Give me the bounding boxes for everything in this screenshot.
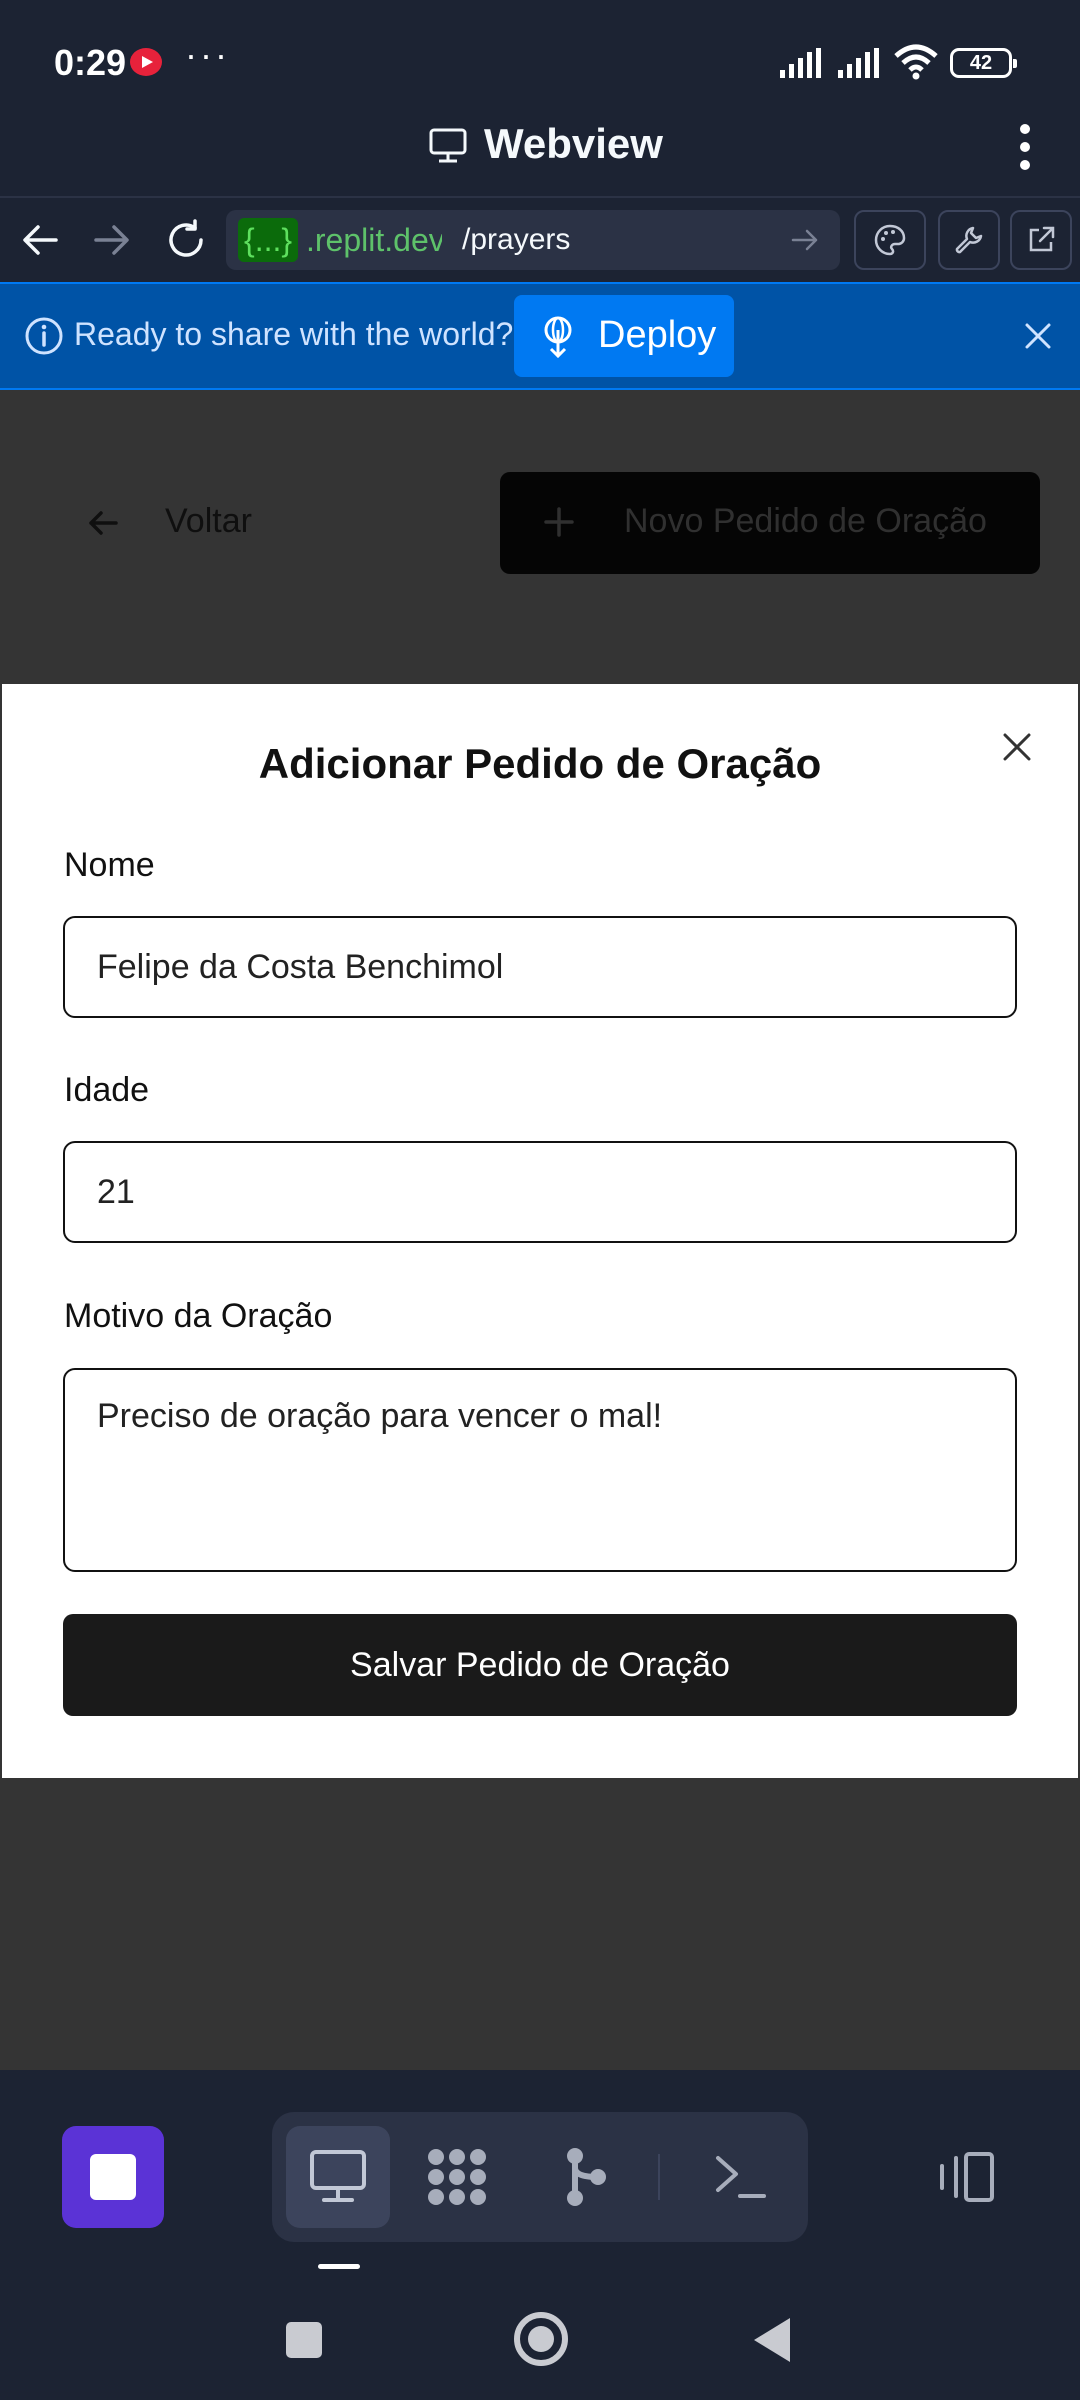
devtools-palette-button[interactable] [854, 210, 926, 270]
home-button[interactable] [514, 2312, 568, 2366]
back-arrow-icon [89, 511, 118, 535]
back-arrow-icon[interactable] [20, 222, 60, 258]
webview-title: Webview [484, 120, 663, 167]
close-icon[interactable] [1022, 320, 1054, 352]
monitor-icon [429, 128, 467, 163]
wrench-icon [955, 226, 983, 254]
back-label: Voltar [165, 502, 252, 540]
stop-icon [90, 2154, 136, 2200]
reason-label: Motivo da Oração [64, 1297, 333, 1335]
deploy-button-label[interactable]: Deploy [598, 314, 716, 357]
age-label: Idade [64, 1071, 150, 1109]
name-label: Nome [64, 846, 155, 884]
tab-divider [658, 2154, 660, 2200]
youtube-notification-icon [130, 48, 162, 76]
cell-signal-icon [780, 48, 821, 78]
devtools-wrench-button[interactable] [938, 210, 1000, 270]
age-input[interactable] [63, 1141, 1017, 1243]
close-icon[interactable] [998, 728, 1036, 766]
name-input[interactable] [63, 916, 1017, 1018]
stop-button[interactable] [62, 2126, 164, 2228]
system-back-button[interactable] [754, 2318, 790, 2362]
url-go-icon[interactable] [790, 226, 820, 254]
info-icon [25, 317, 63, 355]
more-notifications-indicator: ··· [185, 34, 230, 75]
recent-apps-button[interactable] [286, 2322, 322, 2358]
active-tab-indicator [318, 2264, 360, 2269]
tools-icon[interactable] [424, 2146, 490, 2208]
plus-icon [544, 507, 574, 537]
save-prayer-button[interactable]: Salvar Pedido de Oração [63, 1614, 1017, 1716]
new-prayer-button-label: Novo Pedido de Oração [624, 502, 987, 540]
palette-icon [874, 224, 906, 256]
monitor-icon [310, 2150, 366, 2202]
url-path[interactable]: /prayers [462, 218, 570, 262]
wifi-icon [894, 44, 938, 80]
reason-textarea[interactable]: Preciso de oração para vencer o mal! [63, 1368, 1017, 1572]
banner-message: Ready to share with the world? [74, 316, 514, 352]
deploy-icon [544, 316, 572, 358]
open-new-tab-button[interactable] [1010, 210, 1072, 270]
cell-signal-2-icon [838, 48, 879, 78]
status-time: 0:29 [54, 42, 127, 83]
forward-arrow-icon[interactable] [92, 222, 132, 258]
dialog-title: Adicionar Pedido de Oração [258, 740, 822, 787]
battery-indicator: 42 [950, 48, 1017, 78]
url-domain: .replit.dev [306, 222, 442, 258]
reload-icon[interactable] [164, 218, 208, 262]
shell-icon[interactable] [712, 2150, 768, 2204]
kebab-menu-icon[interactable] [1010, 120, 1040, 174]
layout-icon[interactable] [936, 2150, 998, 2204]
url-dev-badge: {...} [238, 218, 299, 262]
external-link-icon [1029, 226, 1055, 252]
git-icon[interactable] [560, 2146, 610, 2208]
tab-webview[interactable] [286, 2126, 390, 2228]
